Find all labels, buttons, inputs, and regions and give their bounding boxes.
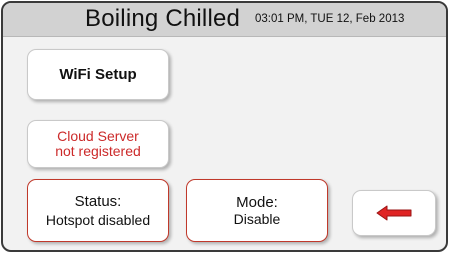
mode-value: Disable (233, 210, 281, 227)
status-value: Hotspot disabled (45, 211, 151, 228)
cloud-server-button[interactable]: Cloud Server not registered (27, 120, 169, 168)
wifi-setup-label: WiFi Setup (59, 66, 137, 83)
device-screen: Boiling Chilled 03:01 PM, TUE 12, Feb 20… (1, 1, 448, 252)
back-button[interactable] (352, 190, 436, 236)
wifi-setup-button[interactable]: WiFi Setup (27, 49, 169, 100)
left-arrow-icon (376, 205, 412, 221)
cloud-server-status: not registered (55, 143, 141, 159)
header-title: Boiling Chilled (85, 5, 241, 32)
mode-button[interactable]: Mode: Disable (186, 179, 328, 242)
header-bar: Boiling Chilled 03:01 PM, TUE 12, Feb 20… (3, 3, 446, 37)
status-label: Status: (74, 192, 122, 210)
header-datetime: 03:01 PM, TUE 12, Feb 2013 (255, 13, 405, 25)
hotspot-status-button[interactable]: Status: Hotspot disabled (27, 179, 169, 242)
cloud-server-label: Cloud Server (57, 128, 139, 144)
mode-label: Mode: (236, 193, 278, 211)
